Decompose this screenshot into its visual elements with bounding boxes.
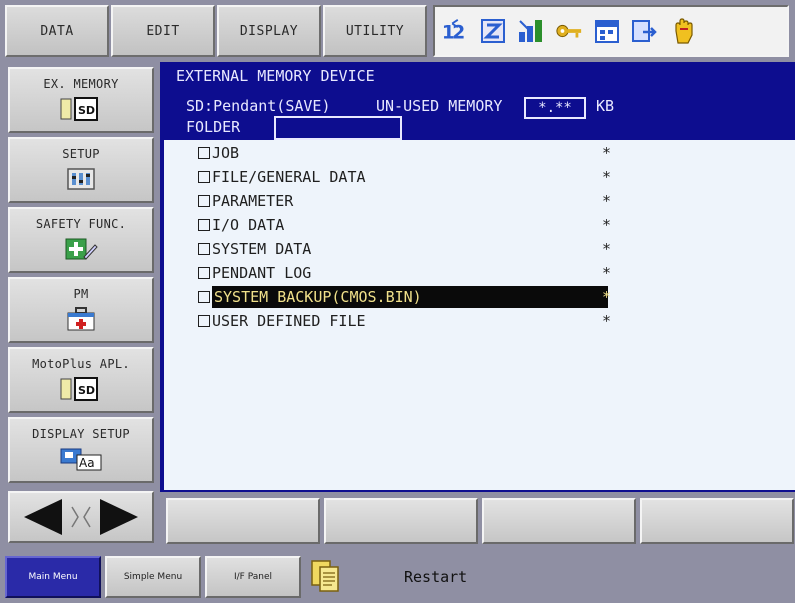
sd-card-icon: SD bbox=[59, 97, 103, 121]
memory-unit: KB bbox=[596, 97, 615, 115]
svg-text:Aa: Aa bbox=[79, 456, 95, 470]
data-item-list: JOB * FILE/GENERAL DATA * PARAMETER * I/… bbox=[164, 140, 795, 490]
folder-field[interactable] bbox=[274, 116, 402, 140]
list-item-io-data[interactable]: I/O DATA * bbox=[198, 214, 611, 236]
list-item-job[interactable]: JOB * bbox=[198, 142, 611, 164]
unused-memory-value: *.** bbox=[524, 97, 586, 119]
function-key-row bbox=[160, 492, 795, 550]
list-item-file-general[interactable]: FILE/GENERAL DATA * bbox=[198, 166, 611, 188]
list-item-label: SYSTEM DATA bbox=[212, 240, 312, 258]
page-title: EXTERNAL MEMORY DEVICE bbox=[176, 67, 375, 85]
side-menu: EX. MEMORY SD SETUP SAFETY FUNC. PM Moto… bbox=[0, 62, 160, 550]
function-key-2[interactable] bbox=[324, 498, 478, 544]
prev-page-icon bbox=[24, 499, 62, 535]
menu-display-button[interactable]: DISPLAY bbox=[217, 5, 321, 57]
clipboard-icon bbox=[308, 557, 344, 597]
side-item-label: SETUP bbox=[62, 147, 100, 161]
status-mark: * bbox=[602, 288, 612, 306]
side-item-setup[interactable]: SETUP bbox=[8, 137, 154, 203]
sd-card-icon: SD bbox=[59, 377, 103, 401]
edit-mode-icon[interactable] bbox=[479, 17, 507, 45]
signal-icon[interactable] bbox=[517, 17, 545, 45]
bottom-bar: Main Menu Simple Menu I/F Panel Restart bbox=[0, 550, 795, 603]
checkbox[interactable] bbox=[198, 267, 210, 279]
setup-icon bbox=[66, 167, 96, 191]
list-item-label: USER DEFINED FILE bbox=[212, 312, 366, 330]
main-menu-button[interactable]: Main Menu bbox=[5, 556, 101, 598]
safety-icon bbox=[64, 237, 98, 261]
next-page-icon bbox=[100, 499, 138, 535]
svg-text:SD: SD bbox=[78, 384, 95, 397]
function-key-3[interactable] bbox=[482, 498, 636, 544]
side-item-motoplus-apl[interactable]: MotoPlus APL. SD bbox=[8, 347, 154, 413]
calendar-icon[interactable] bbox=[593, 17, 621, 45]
display-font-icon: Aa bbox=[59, 447, 103, 471]
main-panel: EXTERNAL MEMORY DEVICE SD:Pendant(SAVE) … bbox=[160, 62, 795, 492]
device-label: SD:Pendant(SAVE) bbox=[186, 97, 331, 115]
numbered-steps-icon[interactable]: 12 bbox=[441, 17, 469, 45]
function-key-4[interactable] bbox=[640, 498, 794, 544]
side-item-label: MotoPlus APL. bbox=[32, 357, 130, 371]
panel-header: EXTERNAL MEMORY DEVICE SD:Pendant(SAVE) … bbox=[164, 62, 795, 140]
export-icon[interactable] bbox=[631, 17, 659, 45]
top-menu-bar: DATA EDIT DISPLAY UTILITY 12 bbox=[0, 0, 795, 62]
folder-label: FOLDER bbox=[186, 118, 241, 136]
side-item-label: EX. MEMORY bbox=[43, 77, 119, 91]
checkbox[interactable] bbox=[198, 171, 210, 183]
list-item-system-data[interactable]: SYSTEM DATA * bbox=[198, 238, 611, 260]
list-item-user-defined[interactable]: USER DEFINED FILE * bbox=[198, 310, 611, 332]
unused-memory-label: UN-USED MEMORY bbox=[376, 97, 503, 115]
checkbox[interactable] bbox=[198, 315, 210, 327]
first-aid-icon bbox=[66, 307, 96, 331]
list-item-label: I/O DATA bbox=[212, 216, 285, 234]
key-icon[interactable] bbox=[555, 17, 583, 45]
status-mark: * bbox=[602, 312, 612, 330]
status-message-area: Restart bbox=[308, 556, 788, 598]
side-item-label: PM bbox=[73, 287, 89, 301]
status-mark: * bbox=[602, 168, 612, 186]
status-icons-panel: 12 bbox=[433, 5, 789, 57]
list-item-parameter[interactable]: PARAMETER * bbox=[198, 190, 611, 212]
checkbox[interactable] bbox=[198, 195, 210, 207]
status-mark: * bbox=[602, 144, 612, 162]
list-item-label: JOB bbox=[212, 144, 240, 162]
menu-utility-button[interactable]: UTILITY bbox=[323, 5, 427, 57]
list-item-pendant-log[interactable]: PENDANT LOG * bbox=[198, 262, 611, 284]
menu-data-button[interactable]: DATA bbox=[5, 5, 109, 57]
list-item-label: SYSTEM BACKUP(CMOS.BIN) bbox=[212, 288, 424, 306]
side-item-ex-memory[interactable]: EX. MEMORY SD bbox=[8, 67, 154, 133]
hand-icon[interactable] bbox=[669, 17, 697, 45]
simple-menu-button[interactable]: Simple Menu bbox=[105, 556, 201, 598]
list-item-label: PARAMETER bbox=[212, 192, 294, 210]
side-item-pm[interactable]: PM bbox=[8, 277, 154, 343]
side-item-label: DISPLAY SETUP bbox=[32, 427, 130, 441]
function-key-1[interactable] bbox=[166, 498, 320, 544]
list-item-system-backup[interactable]: SYSTEM BACKUP(CMOS.BIN) * bbox=[198, 286, 611, 308]
svg-text:SD: SD bbox=[78, 104, 95, 117]
checkbox[interactable] bbox=[198, 147, 210, 159]
list-item-label: FILE/GENERAL DATA bbox=[212, 168, 366, 186]
if-panel-button[interactable]: I/F Panel bbox=[205, 556, 301, 598]
checkbox[interactable] bbox=[198, 219, 210, 231]
status-mark: * bbox=[602, 192, 612, 210]
status-mark: * bbox=[602, 264, 612, 282]
side-item-display-setup[interactable]: DISPLAY SETUP Aa bbox=[8, 417, 154, 483]
status-mark: * bbox=[602, 216, 612, 234]
menu-edit-button[interactable]: EDIT bbox=[111, 5, 215, 57]
checkbox[interactable] bbox=[198, 243, 210, 255]
side-item-label: SAFETY FUNC. bbox=[35, 217, 127, 231]
status-mark: * bbox=[602, 240, 612, 258]
checkbox[interactable] bbox=[198, 291, 210, 303]
page-arrows bbox=[8, 491, 154, 543]
status-message: Restart bbox=[404, 568, 468, 586]
list-item-label: PENDANT LOG bbox=[212, 264, 312, 282]
side-item-safety-func[interactable]: SAFETY FUNC. bbox=[8, 207, 154, 273]
